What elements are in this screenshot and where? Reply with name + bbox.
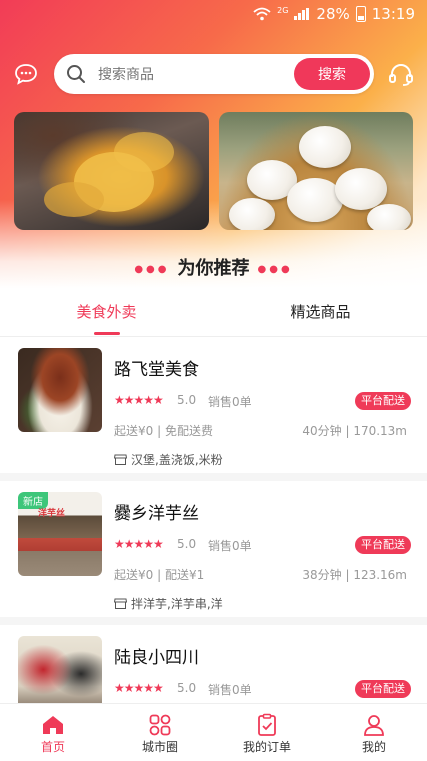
home-icon — [43, 716, 63, 734]
battery-icon — [355, 6, 366, 22]
delivery-badge: 平台配送 — [355, 680, 411, 698]
nav-label: 我的订单 — [242, 740, 291, 754]
sales-count: 销售0单 — [208, 395, 252, 409]
search-input[interactable] — [96, 62, 290, 88]
tab-food-delivery[interactable]: 美食外卖 — [0, 288, 213, 336]
message-icon[interactable] — [14, 63, 38, 85]
active-tab-indicator — [94, 332, 120, 335]
store-icon — [114, 598, 127, 609]
rating-value: 5.0 — [177, 681, 197, 695]
shop-tags-text: 汉堡,盖浇饭,米粉 — [131, 453, 223, 467]
city-circle-icon — [149, 714, 171, 736]
divider — [0, 617, 427, 625]
search-bar: 搜索 — [54, 54, 374, 94]
delivery-eta: 38分钟 | 123.16m — [302, 568, 407, 582]
rating-stars: ★★★★★ — [114, 393, 164, 407]
bottom-navigation: 首页 城市圈 我的订单 我的 — [0, 703, 427, 761]
sales-count: 销售0单 — [208, 683, 252, 697]
sales-count: 销售0单 — [208, 539, 252, 553]
rating-stars: ★★★★★ — [114, 537, 164, 551]
delivery-eta: 40分钟 | 170.13m — [302, 424, 407, 438]
nav-my-orders[interactable]: 我的订单 — [214, 704, 320, 761]
delivery-badge: 平台配送 — [355, 536, 411, 554]
nav-label: 城市圈 — [141, 740, 178, 754]
shop-name: 陆良小四川 — [114, 648, 199, 668]
store-icon — [114, 454, 127, 465]
orders-icon — [258, 713, 276, 736]
thumb-sign-text: 洋芋丝 — [38, 509, 66, 519]
rating-stars: ★★★★★ — [114, 681, 164, 695]
rating-value: 5.0 — [177, 537, 197, 551]
delivery-fee: 起送¥0 | 免配送费 — [114, 424, 213, 438]
recommend-heading: ●●● 为你推荐 ●●● — [0, 254, 427, 280]
nav-home[interactable]: 首页 — [0, 704, 106, 761]
wifi-icon — [253, 7, 271, 21]
tab-selected-goods[interactable]: 精选商品 — [214, 288, 427, 336]
profile-icon — [364, 715, 384, 736]
category-tabs: 美食外卖 精选商品 — [0, 288, 427, 337]
delivery-badge: 平台配送 — [355, 392, 411, 410]
recommend-title: 为你推荐 — [177, 258, 250, 279]
nav-profile[interactable]: 我的 — [321, 704, 427, 761]
shop-name: 爨乡洋芋丝 — [114, 504, 199, 524]
signal-icon — [294, 8, 310, 20]
shop-card[interactable]: 陆良小四川 ★★★★★ 5.0 销售0单 平台配送 — [0, 625, 427, 703]
shop-card[interactable]: 新店 洋芋丝 爨乡洋芋丝 ★★★★★ 5.0 销售0单 平台配送 起送¥0 | … — [0, 481, 427, 617]
banner-fried-noodles[interactable] — [14, 112, 209, 230]
decor-dots-right: ●●● — [257, 263, 293, 275]
rating-value: 5.0 — [177, 393, 197, 407]
search-button[interactable]: 搜索 — [294, 58, 370, 90]
shop-name: 路飞堂美食 — [114, 360, 199, 380]
network-type: 2G — [277, 5, 289, 15]
customer-service-icon[interactable] — [388, 63, 414, 87]
decor-dots-left: ●●● — [134, 263, 170, 275]
clock: 13:19 — [371, 5, 415, 23]
nav-label: 我的 — [361, 740, 386, 754]
banner-steamed-buns[interactable] — [219, 112, 413, 230]
search-icon — [67, 65, 85, 83]
shop-tags: 拌洋芋,洋芋串,洋 — [114, 595, 223, 612]
shop-thumbnail — [18, 348, 102, 432]
delivery-fee: 起送¥0 | 配送¥1 — [114, 568, 205, 582]
battery-percent: 28% — [316, 5, 350, 23]
shop-tags: 汉堡,盖浇饭,米粉 — [114, 451, 223, 468]
nav-city-circle[interactable]: 城市圈 — [107, 704, 213, 761]
shop-tags-text: 拌洋芋,洋芋串,洋 — [131, 597, 223, 611]
shop-thumbnail — [18, 636, 102, 703]
shop-card[interactable]: 路飞堂美食 ★★★★★ 5.0 销售0单 平台配送 起送¥0 | 免配送费 40… — [0, 337, 427, 473]
shop-thumbnail: 新店 洋芋丝 — [18, 492, 102, 576]
nav-label: 首页 — [40, 740, 65, 754]
divider — [0, 473, 427, 481]
shop-list: 路飞堂美食 ★★★★★ 5.0 销售0单 平台配送 起送¥0 | 免配送费 40… — [0, 337, 427, 703]
status-bar: 2G 28% 13:19 — [0, 0, 427, 30]
